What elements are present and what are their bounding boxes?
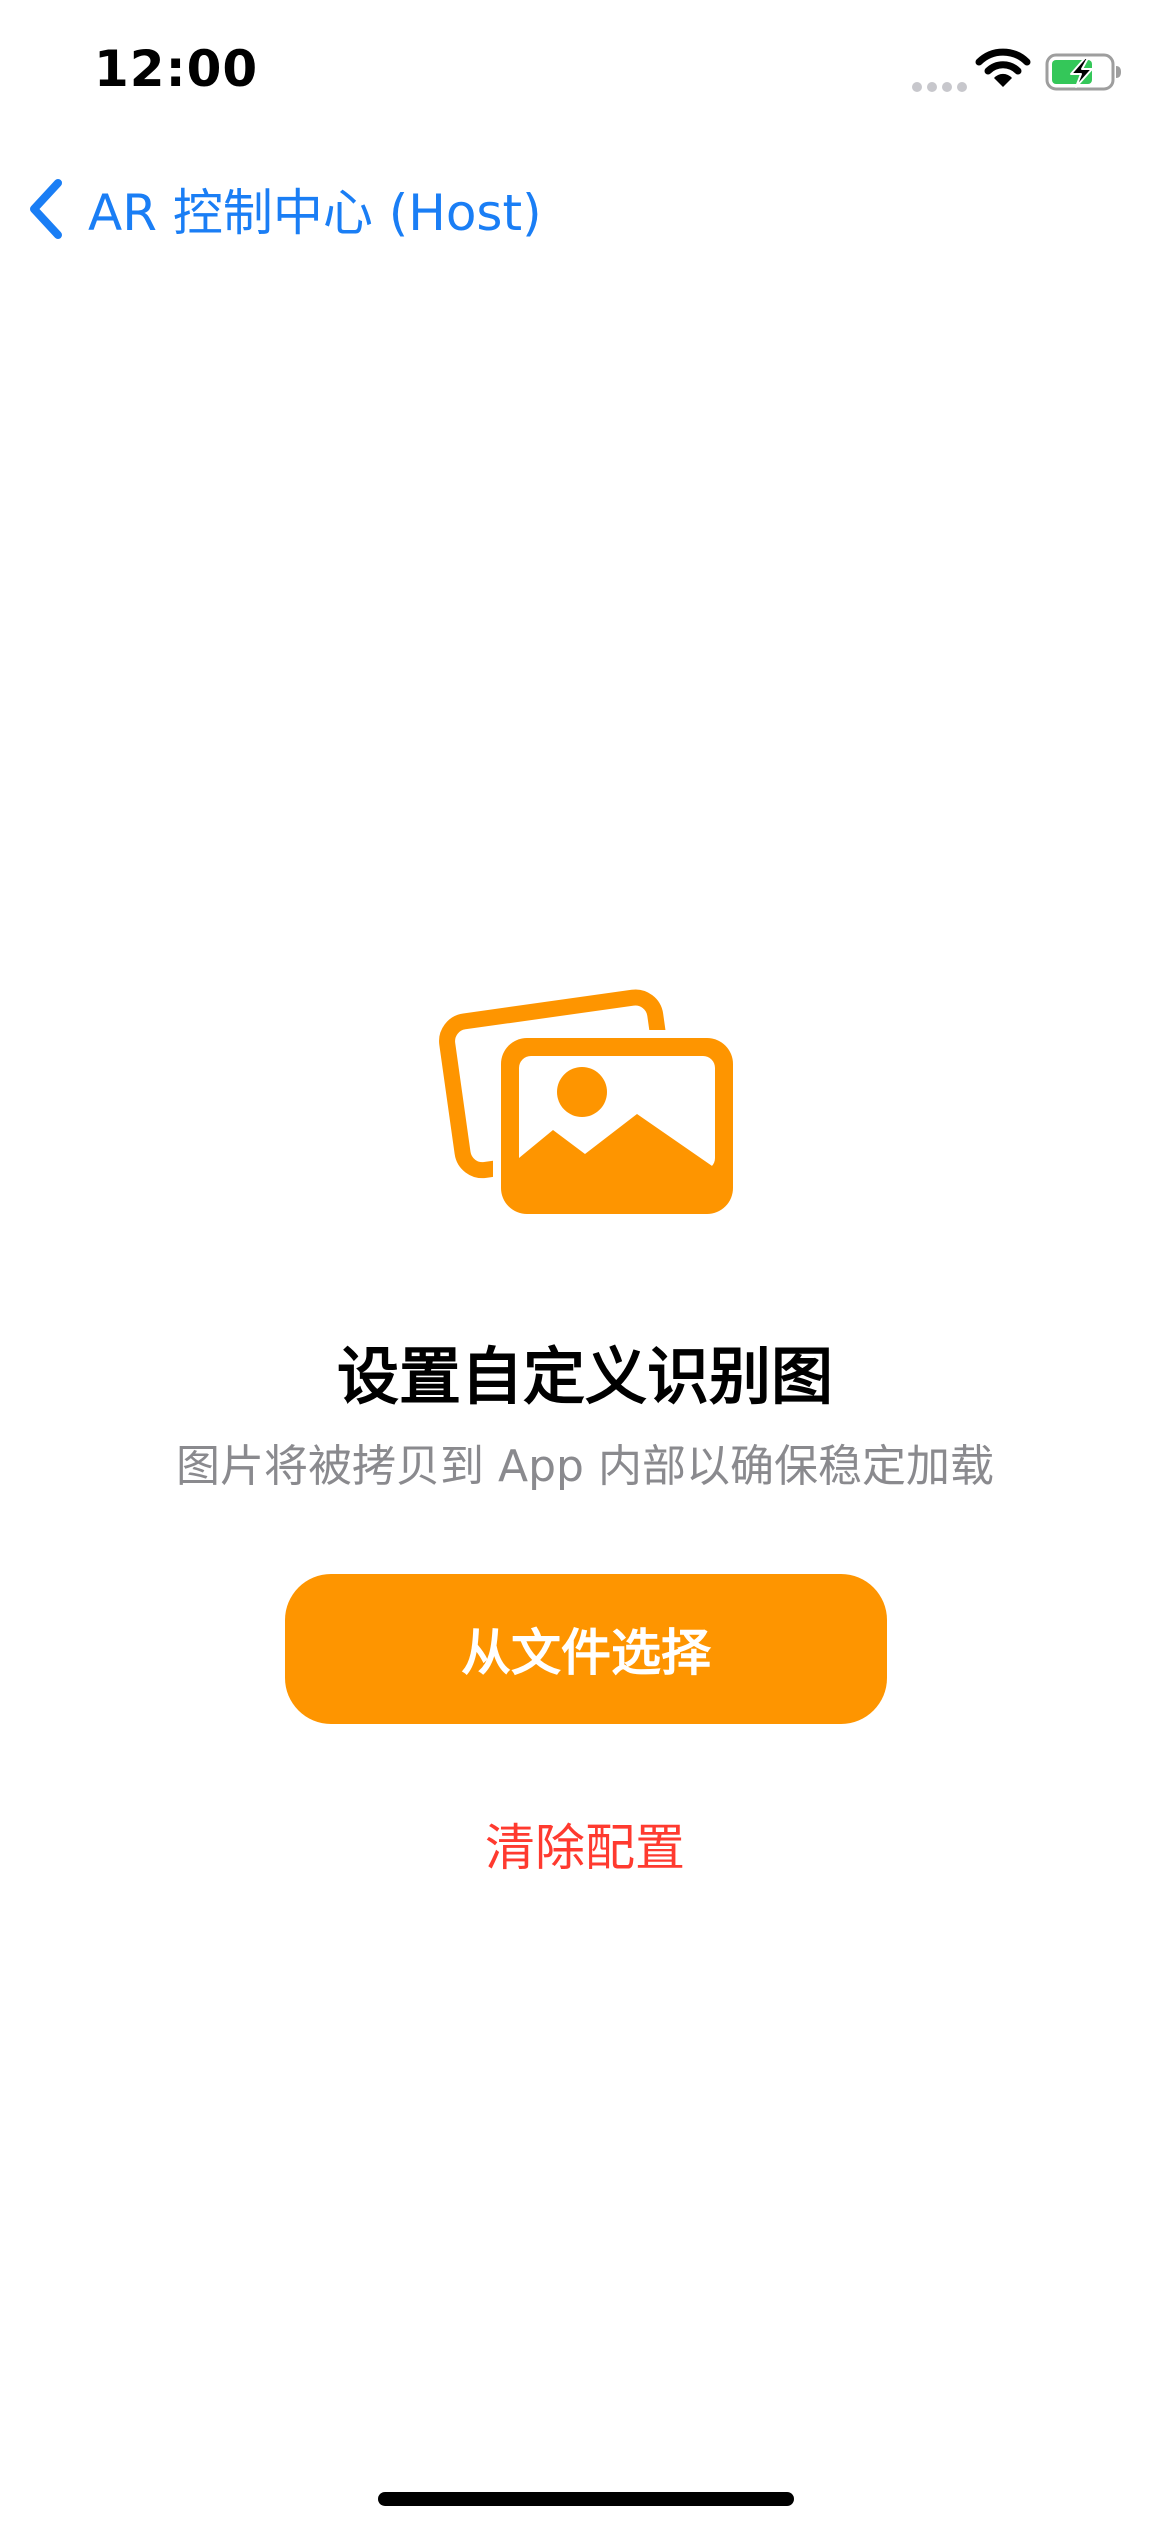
status-time: 12:00 xyxy=(94,40,259,98)
photo-on-rectangle-icon xyxy=(439,989,741,1222)
back-button[interactable]: AR 控制中心 (Host) xyxy=(24,172,542,246)
setup-subtitle: 图片将被拷贝到 App 内部以确保稳定加载 xyxy=(176,1441,994,1492)
home-indicator[interactable] xyxy=(378,2492,794,2506)
choose-from-files-button[interactable]: 从文件选择 xyxy=(285,1574,887,1724)
cellular-signal-icon xyxy=(912,82,967,92)
chevron-left-icon xyxy=(30,179,62,239)
clear-config-button[interactable]: 清除配置 xyxy=(385,1808,785,1888)
back-button-label: AR 控制中心 (Host) xyxy=(88,184,542,242)
setup-title: 设置自定义识别图 xyxy=(336,1340,833,1413)
wifi-icon xyxy=(975,48,1031,87)
battery-charging-icon xyxy=(1045,53,1121,91)
